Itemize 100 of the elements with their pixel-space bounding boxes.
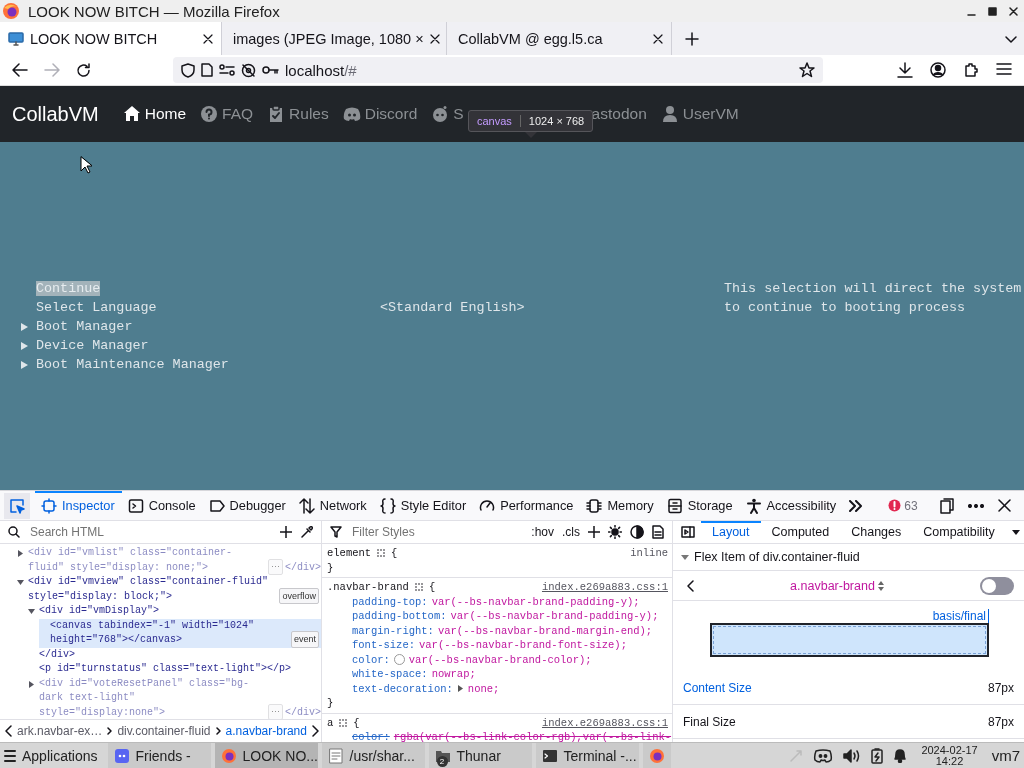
html-tag[interactable]: <div id="voteResetPanel" class="bg-dark text-light" style="display:none"> xyxy=(39,676,266,719)
taskbar-button[interactable]: Friends - xyxy=(107,743,211,768)
scroll-left-icon[interactable] xyxy=(4,725,12,737)
css-value[interactable]: var(--bs-navbar-brand-padding-y); xyxy=(431,594,640,609)
account-icon[interactable] xyxy=(930,62,946,78)
expanded-triangle-icon[interactable] xyxy=(17,579,24,586)
css-value[interactable]: var(--bs-navbar-brand-color); xyxy=(408,652,592,667)
close-tab-icon[interactable] xyxy=(653,33,663,44)
sidebar-tab[interactable]: Computed xyxy=(760,521,841,543)
css-property[interactable]: font-size: xyxy=(352,638,415,653)
expand-triangle-icon[interactable] xyxy=(456,685,464,693)
markup-badge[interactable]: overflow xyxy=(279,587,319,604)
menu-option[interactable]: Select Language xyxy=(36,300,157,315)
download-icon[interactable] xyxy=(897,62,913,78)
scroll-right-icon[interactable] xyxy=(311,725,320,737)
element-selector[interactable]: a.navbar-brand xyxy=(790,578,884,593)
bookmark-star-icon[interactable] xyxy=(799,62,815,78)
sun-icon[interactable] xyxy=(608,525,622,539)
toggle-button[interactable]: .cls xyxy=(562,525,580,539)
close-icon[interactable] xyxy=(1009,6,1018,16)
css-value[interactable]: var(--bs-navbar-brand-font-size); xyxy=(419,638,627,653)
menu-option[interactable]: Boot Manager xyxy=(36,319,133,334)
sidebar-tab[interactable]: Changes xyxy=(840,521,913,543)
taskbar-button[interactable]: LOOK NO... xyxy=(214,743,318,768)
contrast-icon[interactable] xyxy=(630,525,644,539)
devtools-tab[interactable]: Storage xyxy=(660,491,740,520)
nav-link[interactable]: Home xyxy=(122,105,187,123)
css-value[interactable]: rgba(var(--bs-link-color-rgb),var(--bs-link- xyxy=(393,730,672,742)
address-bar[interactable]: localhost/# xyxy=(173,57,823,83)
nav-link[interactable]: Rules xyxy=(267,105,329,123)
devtools-tab[interactable]: Accessibility xyxy=(739,491,844,520)
new-tab-icon[interactable] xyxy=(685,31,699,46)
nav-link[interactable]: Discord xyxy=(342,105,418,123)
source-link[interactable]: index.e269a883.css:1 xyxy=(541,715,668,730)
grid-icon[interactable] xyxy=(376,548,387,559)
taskbar-button[interactable]: /usr/shar... xyxy=(321,743,425,768)
search-field[interactable]: Search HTML xyxy=(28,524,272,540)
css-value[interactable]: var(--bs-navbar-brand-margin-end); xyxy=(437,623,653,638)
reload-icon[interactable] xyxy=(76,62,91,78)
html-tag[interactable]: <div id="vmDisplay"> xyxy=(39,604,321,619)
collapsed-triangle-icon[interactable] xyxy=(17,550,24,557)
responsive-design-icon[interactable] xyxy=(939,497,954,514)
devtools-tab[interactable]: Debugger xyxy=(202,491,293,520)
taskbar-button[interactable]: Terminal -... xyxy=(535,743,639,768)
filter-field[interactable]: Filter Styles xyxy=(350,524,524,540)
menu-icon[interactable] xyxy=(996,62,1012,76)
markup-badge[interactable]: event xyxy=(290,631,319,648)
css-property[interactable]: color: xyxy=(352,652,390,667)
html-tag[interactable]: <p id="turnstatus" class="text-light"></p> xyxy=(39,662,321,677)
close-icon[interactable] xyxy=(997,499,1011,512)
expanded-triangle-icon[interactable] xyxy=(681,553,689,561)
toggle-switch[interactable] xyxy=(980,576,1014,595)
color-swatch[interactable] xyxy=(393,654,405,666)
maximize-icon[interactable] xyxy=(988,6,997,16)
markup-badge[interactable]: ⋯ xyxy=(268,703,283,719)
notification-bell-icon[interactable] xyxy=(893,748,908,763)
extensions-icon[interactable] xyxy=(963,62,979,78)
breadcrumb[interactable]: ark.navbar-ex… xyxy=(17,724,103,738)
eyedropper-icon[interactable] xyxy=(300,525,313,539)
nav-link[interactable]: FAQ xyxy=(200,105,254,123)
more-options-icon[interactable] xyxy=(967,503,984,508)
nav-link[interactable]: S xyxy=(431,105,464,123)
dropdown-caret-icon[interactable] xyxy=(1012,529,1020,535)
close-tab-icon[interactable] xyxy=(429,33,440,44)
html-tag[interactable]: <div id="vmview" class="container-fluid" style="display: block;"> xyxy=(28,575,278,604)
css-property[interactable]: white-space: xyxy=(352,667,428,682)
option-value[interactable]: <Standard English> xyxy=(380,298,525,317)
devtools-tab[interactable]: Performance xyxy=(473,491,581,520)
devtools-tab[interactable]: Inspector xyxy=(35,491,122,520)
devtools-tab[interactable]: Console xyxy=(121,491,203,520)
grid-icon[interactable] xyxy=(338,717,349,728)
sidebar-tab[interactable]: Layout xyxy=(701,521,761,543)
expanded-triangle-icon[interactable] xyxy=(28,608,35,615)
element-picker-button[interactable] xyxy=(4,492,30,519)
brand-link[interactable]: CollabVM xyxy=(12,102,99,126)
css-property[interactable]: color: xyxy=(352,730,390,742)
collapsed-triangle-icon[interactable] xyxy=(28,680,35,688)
more-tools-icon[interactable] xyxy=(849,499,863,512)
devtools-tab[interactable]: Memory xyxy=(580,491,661,520)
battery-icon[interactable] xyxy=(871,747,884,764)
html-tag[interactable]: <div id="vmlist" class="container-fluid" style="display: none;"> xyxy=(28,546,266,575)
close-tab-icon[interactable] xyxy=(203,33,213,44)
menu-option[interactable]: Device Manager xyxy=(36,338,149,353)
browser-tab[interactable]: LOOK NOW BITCH xyxy=(0,22,222,55)
css-property[interactable]: text-decoration: xyxy=(352,681,453,696)
document-icon[interactable] xyxy=(652,525,664,539)
breadcrumb[interactable]: a.navbar-brand xyxy=(225,724,307,738)
add-rule-icon[interactable] xyxy=(588,526,600,538)
source-link[interactable]: index.e269a883.css:1 xyxy=(541,580,668,595)
devtools-tab[interactable]: Style Editor xyxy=(373,491,474,520)
css-value[interactable]: none; xyxy=(467,681,500,696)
back-icon[interactable] xyxy=(687,579,694,592)
menu-option[interactable]: Boot Maintenance Manager xyxy=(36,357,229,372)
devtools-tab[interactable]: Network xyxy=(292,491,374,520)
sidebar-tab[interactable]: Compatibility xyxy=(912,521,1006,543)
applications-menu[interactable]: Applications xyxy=(0,743,104,768)
markup-badge[interactable]: ⋯ xyxy=(268,558,283,575)
css-property[interactable]: margin-right: xyxy=(352,623,434,638)
css-value[interactable]: var(--bs-navbar-brand-padding-y); xyxy=(450,609,659,624)
breadcrumb[interactable]: div.container-fluid xyxy=(117,724,211,738)
